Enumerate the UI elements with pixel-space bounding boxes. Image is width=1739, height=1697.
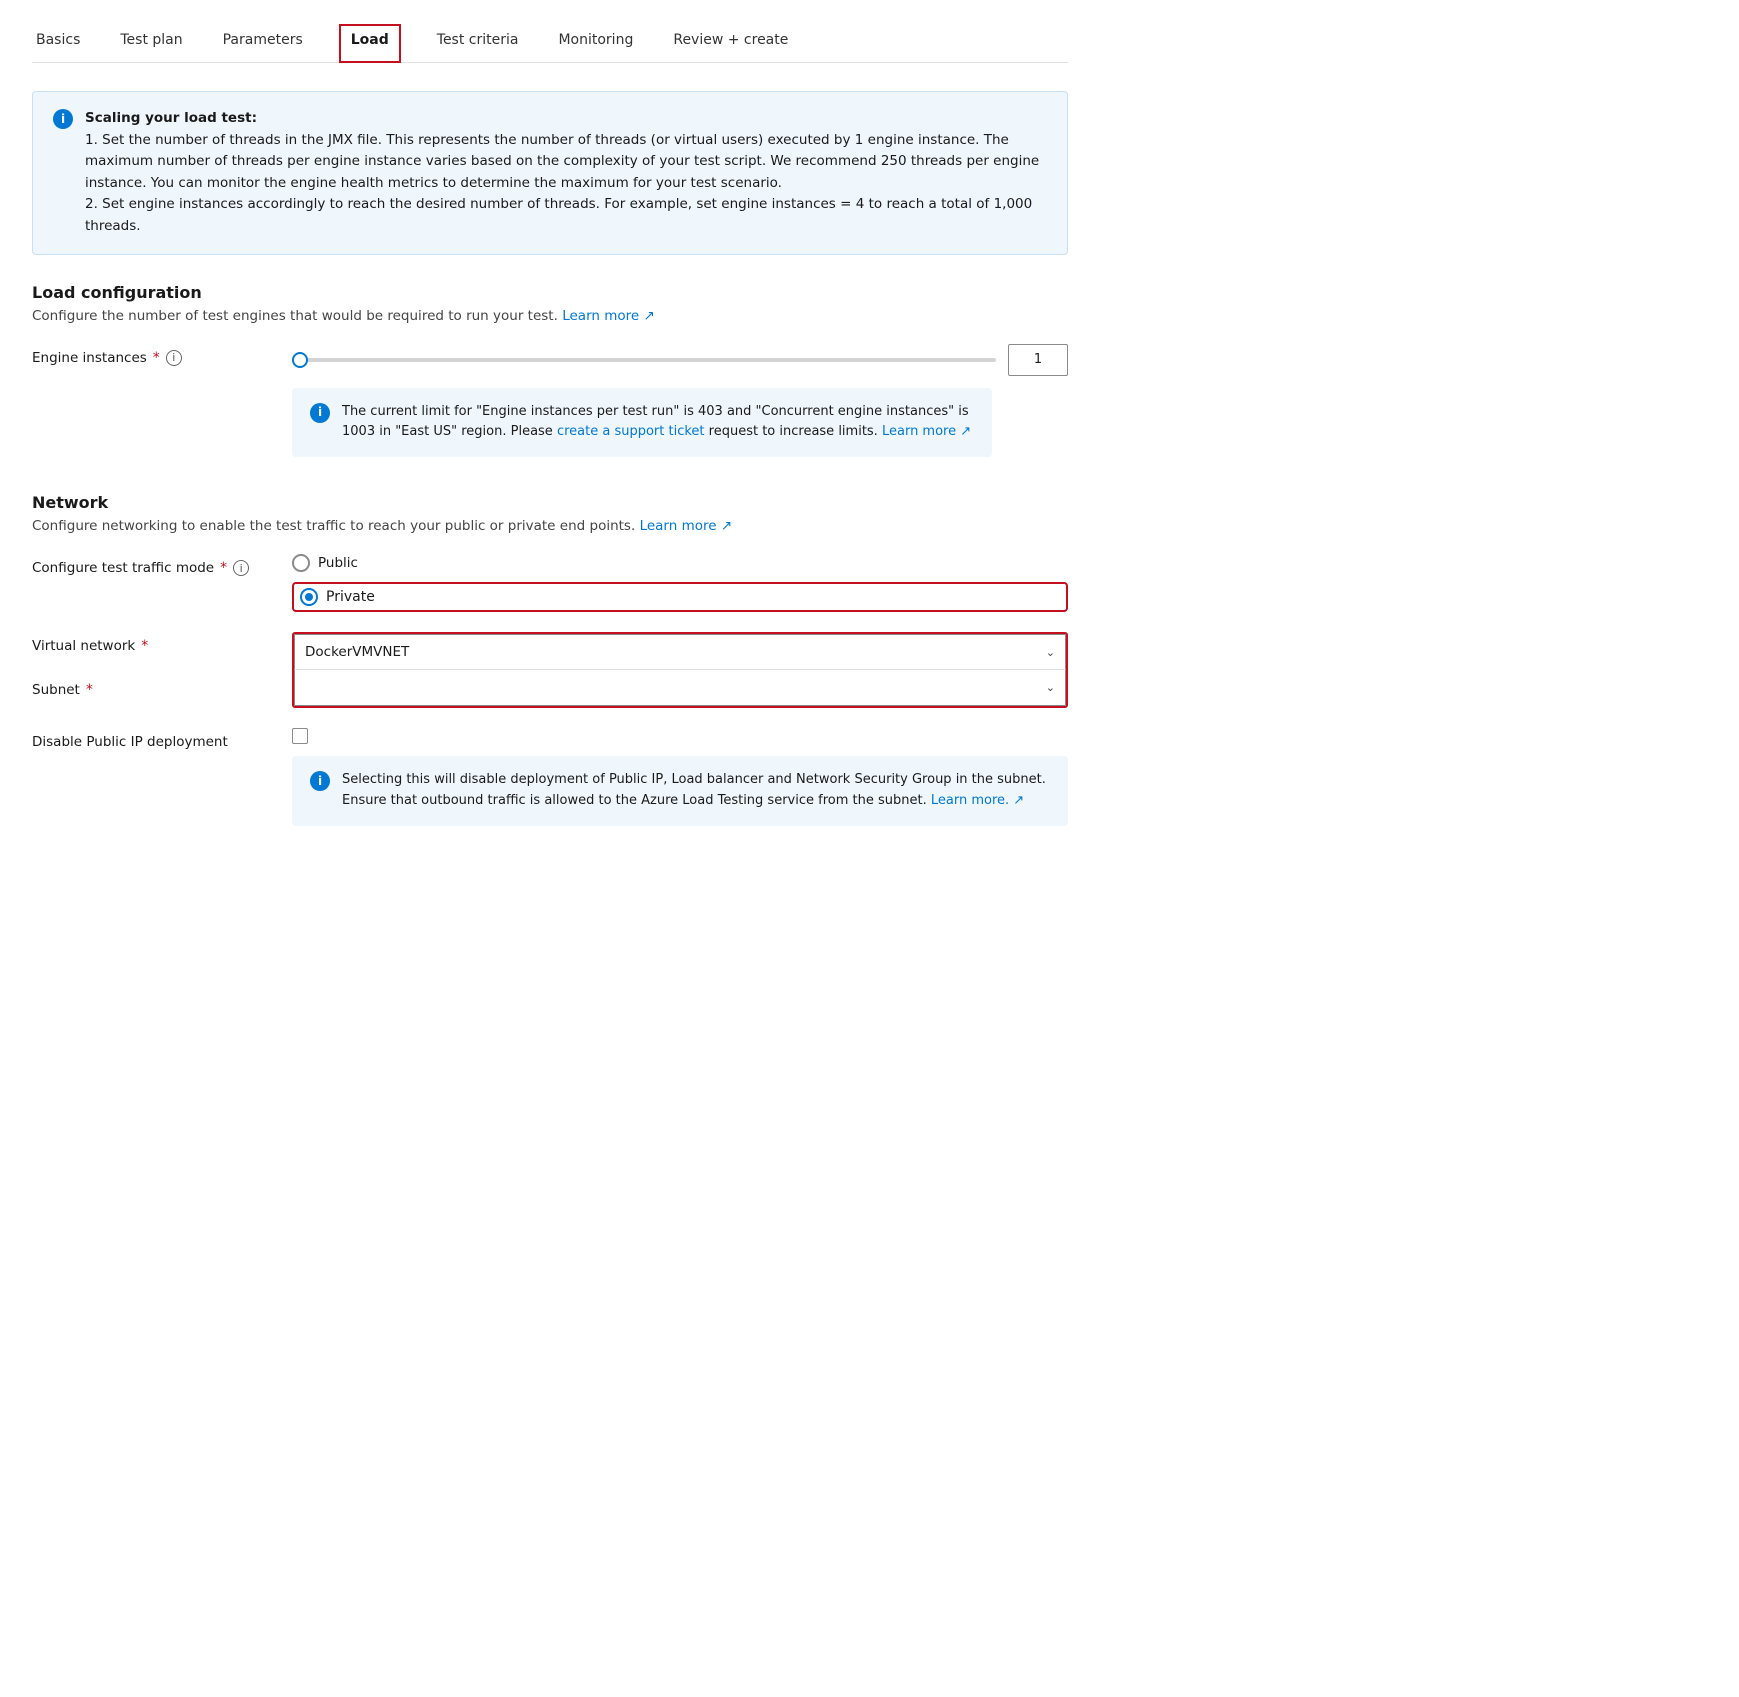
tab-monitoring[interactable]: Monitoring bbox=[554, 24, 637, 62]
radio-private-wrapper[interactable]: Private bbox=[292, 582, 1068, 612]
tab-navigation: Basics Test plan Parameters Load Test criter… bbox=[32, 24, 1068, 63]
load-config-title: Load configuration bbox=[32, 283, 1068, 302]
virtual-network-select[interactable]: DockerVMVNET ⌄ bbox=[294, 634, 1066, 670]
engine-external-link-icon: ↗ bbox=[960, 424, 971, 439]
info-icon: i bbox=[53, 109, 73, 129]
radio-public-label: Public bbox=[318, 555, 358, 571]
virtual-network-label: Virtual network * bbox=[32, 632, 292, 654]
disable-public-ip-checkbox[interactable] bbox=[292, 728, 1068, 744]
network-learn-more-link[interactable]: Learn more ↗ bbox=[640, 518, 733, 534]
radio-public[interactable]: Public bbox=[292, 554, 1068, 572]
scaling-info-text: Scaling your load test: 1. Set the numbe… bbox=[85, 108, 1047, 238]
traffic-mode-label: Configure test traffic mode * i bbox=[32, 554, 292, 576]
disable-public-ip-row: Disable Public IP deployment i Selecting… bbox=[32, 728, 1068, 826]
traffic-mode-info-icon[interactable]: i bbox=[233, 560, 249, 576]
vnet-subnet-container: DockerVMVNET ⌄ ⌄ bbox=[292, 632, 1068, 708]
network-section: Network Configure networking to enable t… bbox=[32, 493, 1068, 826]
engine-instances-value-box[interactable]: 1 bbox=[1008, 344, 1068, 376]
engine-instances-row: Engine instances * i 1 i The current lim… bbox=[32, 344, 1068, 458]
engine-instances-required-marker: * bbox=[153, 350, 160, 366]
virtual-network-value: DockerVMVNET bbox=[305, 644, 409, 660]
slider-thumb[interactable] bbox=[292, 352, 308, 368]
network-desc: Configure networking to enable the test … bbox=[32, 518, 1068, 534]
subnet-select[interactable]: ⌄ bbox=[294, 670, 1066, 706]
engine-instances-slider-row: 1 bbox=[292, 344, 1068, 376]
engine-info-text: The current limit for "Engine instances … bbox=[342, 402, 974, 444]
disable-info-text: Selecting this will disable deployment o… bbox=[342, 770, 1050, 812]
tab-parameters[interactable]: Parameters bbox=[219, 24, 307, 62]
external-link-icon: ↗ bbox=[644, 308, 655, 324]
load-config-learn-more-link[interactable]: Learn more ↗ bbox=[562, 308, 655, 324]
radio-private-label: Private bbox=[326, 589, 375, 605]
traffic-mode-radio-group: Public Private bbox=[292, 554, 1068, 612]
tab-basics[interactable]: Basics bbox=[32, 24, 84, 62]
tab-review-create[interactable]: Review + create bbox=[669, 24, 792, 62]
disable-public-ip-checkbox-box[interactable] bbox=[292, 728, 308, 744]
virtual-network-row: Virtual network * Subnet * DockerVMVNET … bbox=[32, 632, 1068, 708]
virtual-network-required-marker: * bbox=[141, 638, 148, 654]
load-config-desc: Configure the number of test engines tha… bbox=[32, 308, 1068, 324]
radio-private-button[interactable] bbox=[300, 588, 318, 606]
network-title: Network bbox=[32, 493, 1068, 512]
engine-instances-slider-track[interactable] bbox=[292, 358, 996, 362]
subnet-chevron-icon: ⌄ bbox=[1046, 681, 1055, 694]
engine-learn-more-link[interactable]: Learn more ↗ bbox=[882, 424, 971, 439]
tab-test-plan[interactable]: Test plan bbox=[116, 24, 186, 62]
engine-instances-control: 1 i The current limit for "Engine instan… bbox=[292, 344, 1068, 458]
virtual-network-chevron-icon: ⌄ bbox=[1046, 646, 1055, 659]
create-support-ticket-link[interactable]: create a support ticket bbox=[557, 424, 705, 439]
traffic-mode-control: Public Private bbox=[292, 554, 1068, 612]
disable-public-ip-label: Disable Public IP deployment bbox=[32, 728, 292, 750]
engine-instances-info-box: i The current limit for "Engine instance… bbox=[292, 388, 992, 458]
disable-info-icon: i bbox=[310, 771, 330, 791]
engine-instances-label: Engine instances * i bbox=[32, 344, 292, 366]
subnet-required-marker: * bbox=[86, 682, 93, 698]
tab-load[interactable]: Load bbox=[339, 24, 401, 63]
engine-instances-info-icon[interactable]: i bbox=[166, 350, 182, 366]
engine-info-icon: i bbox=[310, 403, 330, 423]
disable-external-link-icon: ↗ bbox=[1013, 793, 1024, 808]
disable-learn-more-link[interactable]: Learn more. ↗ bbox=[931, 793, 1024, 808]
disable-public-ip-info-box: i Selecting this will disable deployment… bbox=[292, 756, 1068, 826]
network-external-link-icon: ↗ bbox=[721, 518, 732, 534]
disable-public-ip-control: i Selecting this will disable deployment… bbox=[292, 728, 1068, 826]
traffic-mode-row: Configure test traffic mode * i Public P… bbox=[32, 554, 1068, 612]
scaling-info-banner: i Scaling your load test: 1. Set the num… bbox=[32, 91, 1068, 255]
radio-private-inner bbox=[305, 593, 313, 601]
tab-test-criteria[interactable]: Test criteria bbox=[433, 24, 523, 62]
subnet-label: Subnet * bbox=[32, 676, 292, 698]
traffic-mode-required-marker: * bbox=[220, 560, 227, 576]
radio-public-button[interactable] bbox=[292, 554, 310, 572]
